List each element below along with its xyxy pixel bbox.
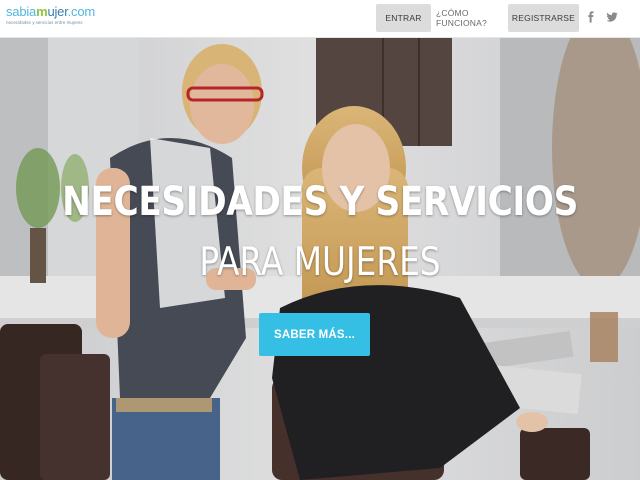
hero-title: NECESIDADES Y SERVICIOS [62,179,578,225]
hero-subtitle: PARA MUJERES [199,240,441,285]
login-button[interactable]: ENTRAR [376,4,431,32]
twitter-icon[interactable] [605,10,619,24]
how-it-works-link[interactable]: ¿CÓMO FUNCIONA? [436,4,502,32]
learn-more-button[interactable]: SABER MÁS... [259,313,370,356]
logo-tagline: necesidades y servicios entre mujeres [6,20,83,25]
site-logo[interactable]: sabiamujer.com necesidades y servicios e… [6,5,95,33]
facebook-icon[interactable] [584,10,598,24]
top-navbar: sabiamujer.com necesidades y servicios e… [0,0,640,38]
register-button[interactable]: REGISTRARSE [508,4,579,32]
logo-wordmark: sabiamujer.com [6,4,95,19]
hero-section: NECESIDADES Y SERVICIOS PARA MUJERES SAB… [0,38,640,480]
